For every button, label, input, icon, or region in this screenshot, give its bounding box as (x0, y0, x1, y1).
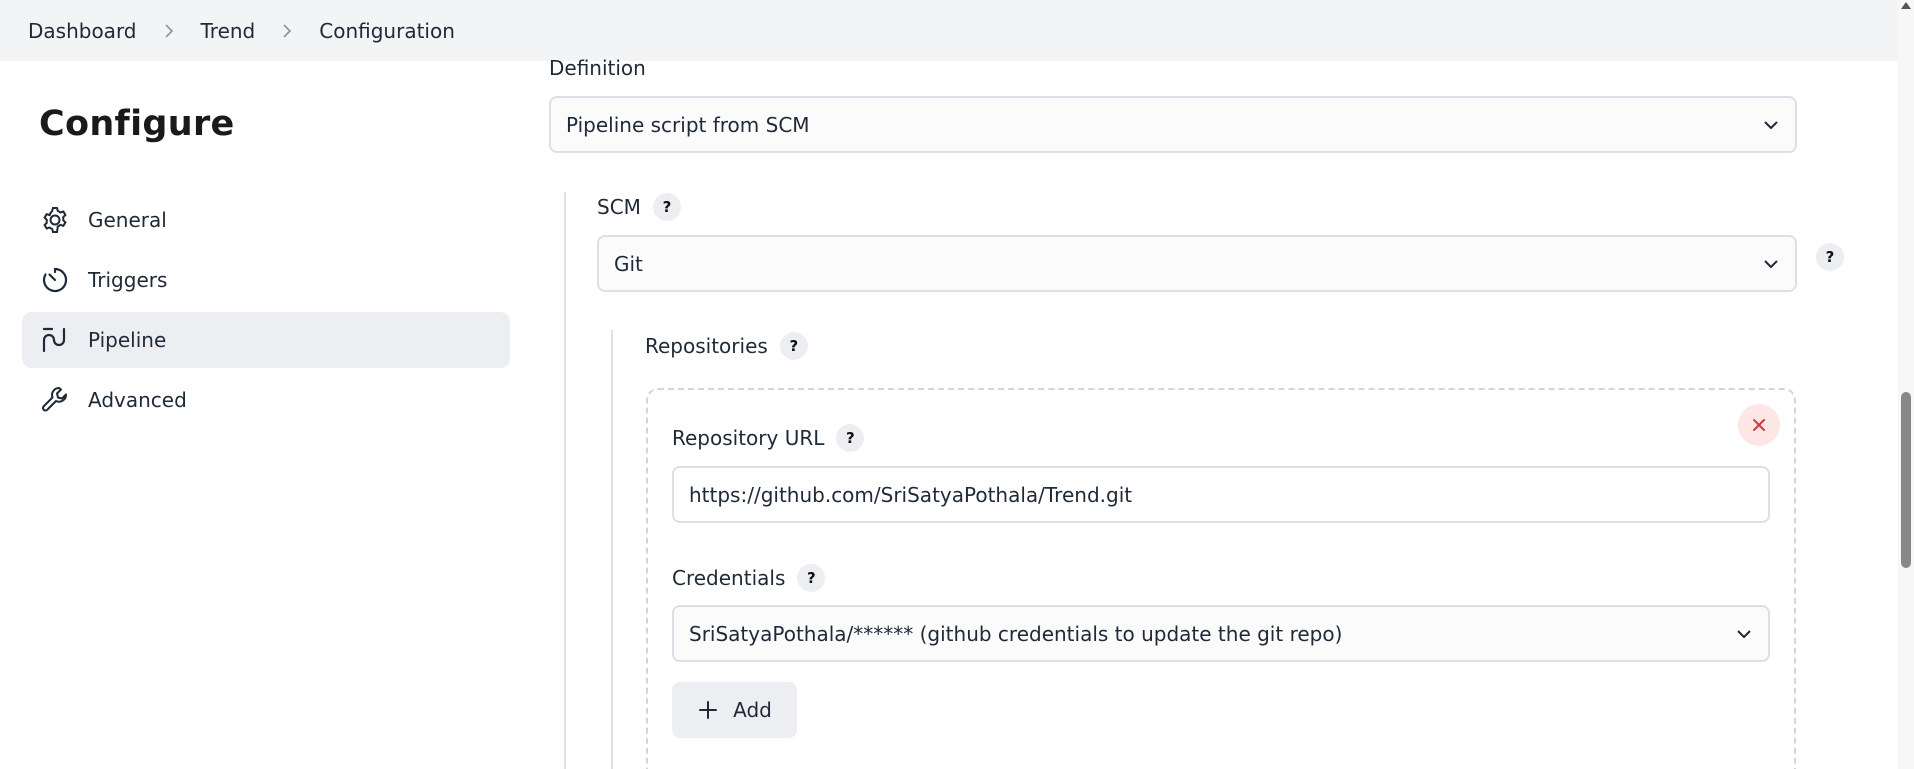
delete-repository-button[interactable] (1738, 404, 1780, 446)
git-help-icon[interactable]: ? (1816, 243, 1844, 271)
sidebar-nav: General Triggers Pipeline Advanced (22, 192, 510, 432)
sidebar-item-label: Pipeline (88, 328, 167, 352)
chevron-right-icon (157, 19, 181, 43)
repositories-divider (611, 330, 613, 769)
scroll-up-arrow-icon[interactable] (1901, 2, 1911, 9)
sidebar-item-label: Advanced (88, 388, 187, 412)
sidebar-item-triggers[interactable]: Triggers (22, 252, 510, 308)
scm-help-icon[interactable]: ? (652, 193, 681, 221)
definition-label: Definition (549, 56, 646, 80)
repo-url-label: Repository URL (672, 426, 825, 450)
sidebar-item-label: Triggers (88, 268, 168, 292)
credentials-select[interactable]: SriSatyaPothala/****** (github credentia… (672, 605, 1770, 662)
plus-icon (699, 701, 718, 719)
sidebar-item-pipeline[interactable]: Pipeline (22, 312, 510, 368)
page-title: Configure (39, 104, 235, 144)
definition-select-value: Pipeline script from SCM (566, 112, 810, 137)
repo-url-value: https://github.com/SriSatyaPothala/Trend… (689, 482, 1133, 507)
chevron-right-icon (275, 19, 299, 43)
close-icon (1753, 419, 1765, 431)
scm-select-value: Git (614, 251, 643, 276)
definition-select[interactable]: Pipeline script from SCM (549, 96, 1797, 153)
add-credentials-button[interactable]: Add (672, 682, 797, 738)
repositories-label: Repositories (645, 334, 768, 358)
sidebar-item-general[interactable]: General (22, 192, 510, 248)
chevron-down-icon (1764, 120, 1778, 129)
section-divider (564, 192, 566, 769)
repositories-label-row: Repositories ? (645, 332, 808, 360)
scm-label-row: SCM ? (597, 193, 681, 221)
repositories-help-icon[interactable]: ? (779, 332, 808, 360)
repo-url-input[interactable]: https://github.com/SriSatyaPothala/Trend… (672, 466, 1770, 523)
sidebar-item-advanced[interactable]: Advanced (22, 372, 510, 428)
breadcrumb: Dashboard Trend Configuration (0, 0, 1898, 61)
chevron-down-icon (1737, 629, 1751, 638)
credentials-label: Credentials (672, 566, 786, 590)
breadcrumb-trend[interactable]: Trend (201, 19, 256, 43)
gear-icon (39, 204, 71, 236)
sidebar-item-label: General (88, 208, 167, 232)
credentials-label-row: Credentials ? (672, 564, 826, 592)
breadcrumb-configuration[interactable]: Configuration (319, 19, 455, 43)
pipeline-icon (39, 324, 71, 356)
scrollbar-thumb[interactable] (1901, 392, 1911, 568)
repo-url-label-row: Repository URL ? (672, 424, 865, 452)
repo-url-help-icon[interactable]: ? (836, 424, 865, 452)
chevron-down-icon (1764, 259, 1778, 268)
page-scrollbar[interactable] (1898, 0, 1914, 769)
scm-select[interactable]: Git (597, 235, 1797, 292)
timer-icon (39, 264, 71, 296)
credentials-select-value: SriSatyaPothala/****** (github credentia… (689, 621, 1343, 646)
wrench-icon (39, 384, 71, 416)
scm-label: SCM (597, 195, 641, 219)
breadcrumb-dashboard[interactable]: Dashboard (28, 19, 137, 43)
credentials-help-icon[interactable]: ? (797, 564, 826, 592)
add-button-label: Add (733, 698, 772, 722)
